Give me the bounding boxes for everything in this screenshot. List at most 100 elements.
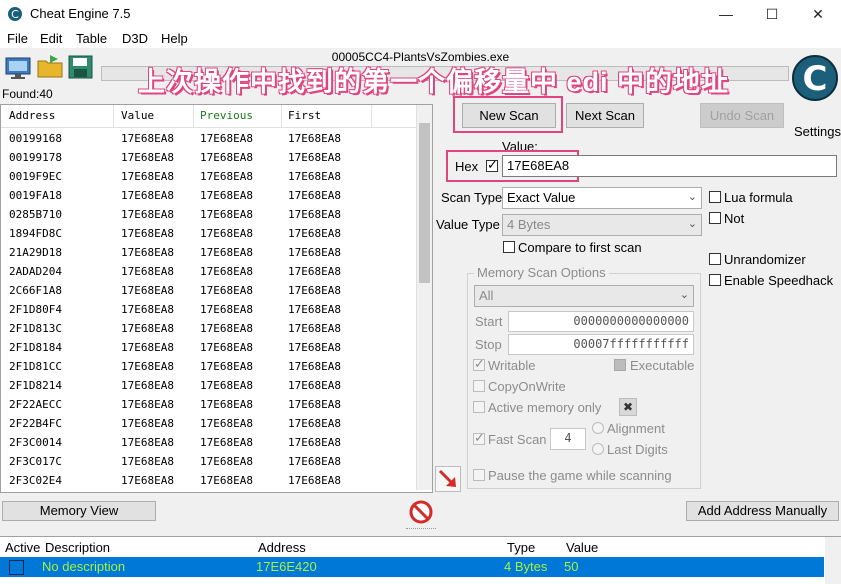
scan-type-label: Scan Type xyxy=(441,190,503,205)
row-first: 17E68EA8 xyxy=(288,189,341,202)
add-to-list-arrow-icon[interactable] xyxy=(435,466,461,492)
table-row[interactable]: 0019FA18 17E68EA8 17E68EA8 17E68EA8 xyxy=(1,186,416,205)
minimize-icon[interactable]: — xyxy=(703,0,749,28)
executable-checkbox[interactable] xyxy=(614,359,626,371)
lua-formula-checkbox[interactable] xyxy=(709,191,721,203)
maximize-icon[interactable]: ☐ xyxy=(749,0,795,28)
start-address-field[interactable]: 0000000000000000 xyxy=(508,311,694,332)
table-row[interactable]: 2F1D813C 17E68EA8 17E68EA8 17E68EA8 xyxy=(1,319,416,338)
row-address: 0019FA18 xyxy=(9,189,62,202)
table-row[interactable]: 2F22AECC 17E68EA8 17E68EA8 17E68EA8 xyxy=(1,395,416,414)
table-row[interactable]: 2F3C017C 17E68EA8 17E68EA8 17E68EA8 xyxy=(1,452,416,471)
menu-help[interactable]: Help xyxy=(161,31,188,46)
scan-type-select[interactable]: Exact Value ⌄ xyxy=(502,187,702,209)
active-memory-label: Active memory only xyxy=(488,400,602,415)
row-previous: 17E68EA8 xyxy=(200,189,253,202)
table-row[interactable]: 2F3C0014 17E68EA8 17E68EA8 17E68EA8 xyxy=(1,433,416,452)
row-previous: 17E68EA8 xyxy=(200,341,253,354)
col-first[interactable]: First xyxy=(288,109,321,122)
fast-scan-checkbox[interactable] xyxy=(473,430,485,446)
not-checkbox[interactable] xyxy=(709,212,721,224)
alignment-label: Alignment xyxy=(607,421,665,436)
value-type-value: 4 Bytes xyxy=(507,217,551,232)
row-address: 0019F9EC xyxy=(9,170,62,183)
new-scan-button[interactable]: New Scan xyxy=(462,103,556,128)
speedhack-checkbox[interactable] xyxy=(709,274,721,286)
table-row[interactable]: 00199178 17E68EA8 17E68EA8 17E68EA8 xyxy=(1,148,416,167)
scan-results-list[interactable]: Address Value Previous First 00199168 17E… xyxy=(0,104,433,493)
row-first: 17E68EA8 xyxy=(288,417,341,430)
active-memory-checkbox[interactable] xyxy=(473,401,485,413)
header-type[interactable]: Type xyxy=(507,540,535,555)
memory-region-select[interactable]: All ⌄ xyxy=(474,285,694,307)
stop-scan-icon[interactable] xyxy=(408,499,434,525)
header-active[interactable]: Active xyxy=(5,540,40,555)
row-previous: 17E68EA8 xyxy=(200,379,253,392)
copy-on-write-checkbox[interactable] xyxy=(473,380,485,392)
splitter-handle[interactable] xyxy=(406,528,436,532)
add-address-manually-button[interactable]: Add Address Manually xyxy=(686,501,839,521)
header-value[interactable]: Value xyxy=(566,540,598,555)
pause-game-label: Pause the game while scanning xyxy=(488,468,672,483)
annotation-text: 上次操作中找到的第一个偏移量中 edi 中的地址 xyxy=(138,67,730,97)
table-row[interactable]: 0019F9EC 17E68EA8 17E68EA8 17E68EA8 xyxy=(1,167,416,186)
table-row[interactable]: 00199168 17E68EA8 17E68EA8 17E68EA8 xyxy=(1,129,416,148)
unrandomizer-label: Unrandomizer xyxy=(724,252,806,267)
col-previous[interactable]: Previous xyxy=(200,109,253,122)
table-row[interactable]: 2F1D8214 17E68EA8 17E68EA8 17E68EA8 xyxy=(1,376,416,395)
col-value[interactable]: Value xyxy=(121,109,154,122)
table-row[interactable]: 2F3C02E4 17E68EA8 17E68EA8 17E68EA8 xyxy=(1,471,416,490)
window-title: Cheat Engine 7.5 xyxy=(30,6,131,21)
table-row[interactable]: 21A29D18 17E68EA8 17E68EA8 17E68EA8 xyxy=(1,243,416,262)
cheat-engine-settings-logo-icon[interactable]: C xyxy=(792,50,838,120)
last-digits-radio[interactable] xyxy=(592,443,604,455)
close-icon[interactable]: ✖ xyxy=(619,398,637,416)
row-first: 17E68EA8 xyxy=(288,341,341,354)
writable-checkbox[interactable] xyxy=(473,356,485,372)
col-address[interactable]: Address xyxy=(9,109,55,122)
active-checkbox[interactable] xyxy=(9,560,24,575)
alignment-radio[interactable] xyxy=(592,422,604,434)
table-row[interactable]: 2C66F1A8 17E68EA8 17E68EA8 17E68EA8 xyxy=(1,281,416,300)
table-row[interactable]: 2F1D81CC 17E68EA8 17E68EA8 17E68EA8 xyxy=(1,357,416,376)
undo-scan-button[interactable]: Undo Scan xyxy=(700,103,784,128)
row-address: 17E6E420 xyxy=(256,559,317,574)
menu-file[interactable]: File xyxy=(7,31,28,46)
row-previous: 17E68EA8 xyxy=(200,284,253,297)
row-value: 17E68EA8 xyxy=(121,189,174,202)
memory-view-button[interactable]: Memory View xyxy=(2,501,156,521)
row-address: 2F3C017C xyxy=(9,455,62,468)
row-previous: 17E68EA8 xyxy=(200,132,253,145)
stop-address-field[interactable]: 00007fffffffffff xyxy=(508,334,694,355)
table-row[interactable]: 2F1D80F4 17E68EA8 17E68EA8 17E68EA8 xyxy=(1,300,416,319)
row-first: 17E68EA8 xyxy=(288,303,341,316)
table-row[interactable]: 2F22B4FC 17E68EA8 17E68EA8 17E68EA8 xyxy=(1,414,416,433)
address-table[interactable]: Active Description Address Type Value No… xyxy=(0,536,841,584)
pause-game-checkbox[interactable] xyxy=(473,469,485,481)
results-scrollbar[interactable] xyxy=(416,105,432,490)
header-description[interactable]: Description xyxy=(45,540,110,555)
close-icon[interactable]: ✕ xyxy=(795,0,841,28)
settings-label[interactable]: Settings xyxy=(794,124,841,139)
row-value: 17E68EA8 xyxy=(121,341,174,354)
compare-first-checkbox[interactable] xyxy=(503,241,515,253)
address-table-scrollbar[interactable] xyxy=(825,537,841,584)
fast-scan-value-field[interactable]: 4 xyxy=(550,428,586,450)
table-row[interactable]: 2ADAD204 17E68EA8 17E68EA8 17E68EA8 xyxy=(1,262,416,281)
menu-edit[interactable]: Edit xyxy=(40,31,62,46)
unrandomizer-checkbox[interactable] xyxy=(709,253,721,265)
menu-table[interactable]: Table xyxy=(76,31,107,46)
hex-checkbox[interactable] xyxy=(486,157,498,173)
table-row[interactable]: 1894FD8C 17E68EA8 17E68EA8 17E68EA8 xyxy=(1,224,416,243)
value-input[interactable]: 17E68EA8 xyxy=(502,155,837,177)
table-row[interactable]: 0285B710 17E68EA8 17E68EA8 17E68EA8 xyxy=(1,205,416,224)
value-type-select[interactable]: 4 Bytes ⌄ xyxy=(502,214,702,236)
menu-d3d[interactable]: D3D xyxy=(122,31,148,46)
address-table-row[interactable]: No description 17E6E420 4 Bytes 50 xyxy=(0,557,824,577)
table-row[interactable]: 2F1D8184 17E68EA8 17E68EA8 17E68EA8 xyxy=(1,338,416,357)
next-scan-button[interactable]: Next Scan xyxy=(566,103,644,128)
scrollbar-thumb[interactable] xyxy=(419,123,430,283)
writable-label: Writable xyxy=(488,358,536,373)
row-previous: 17E68EA8 xyxy=(200,455,253,468)
header-address[interactable]: Address xyxy=(258,540,306,555)
